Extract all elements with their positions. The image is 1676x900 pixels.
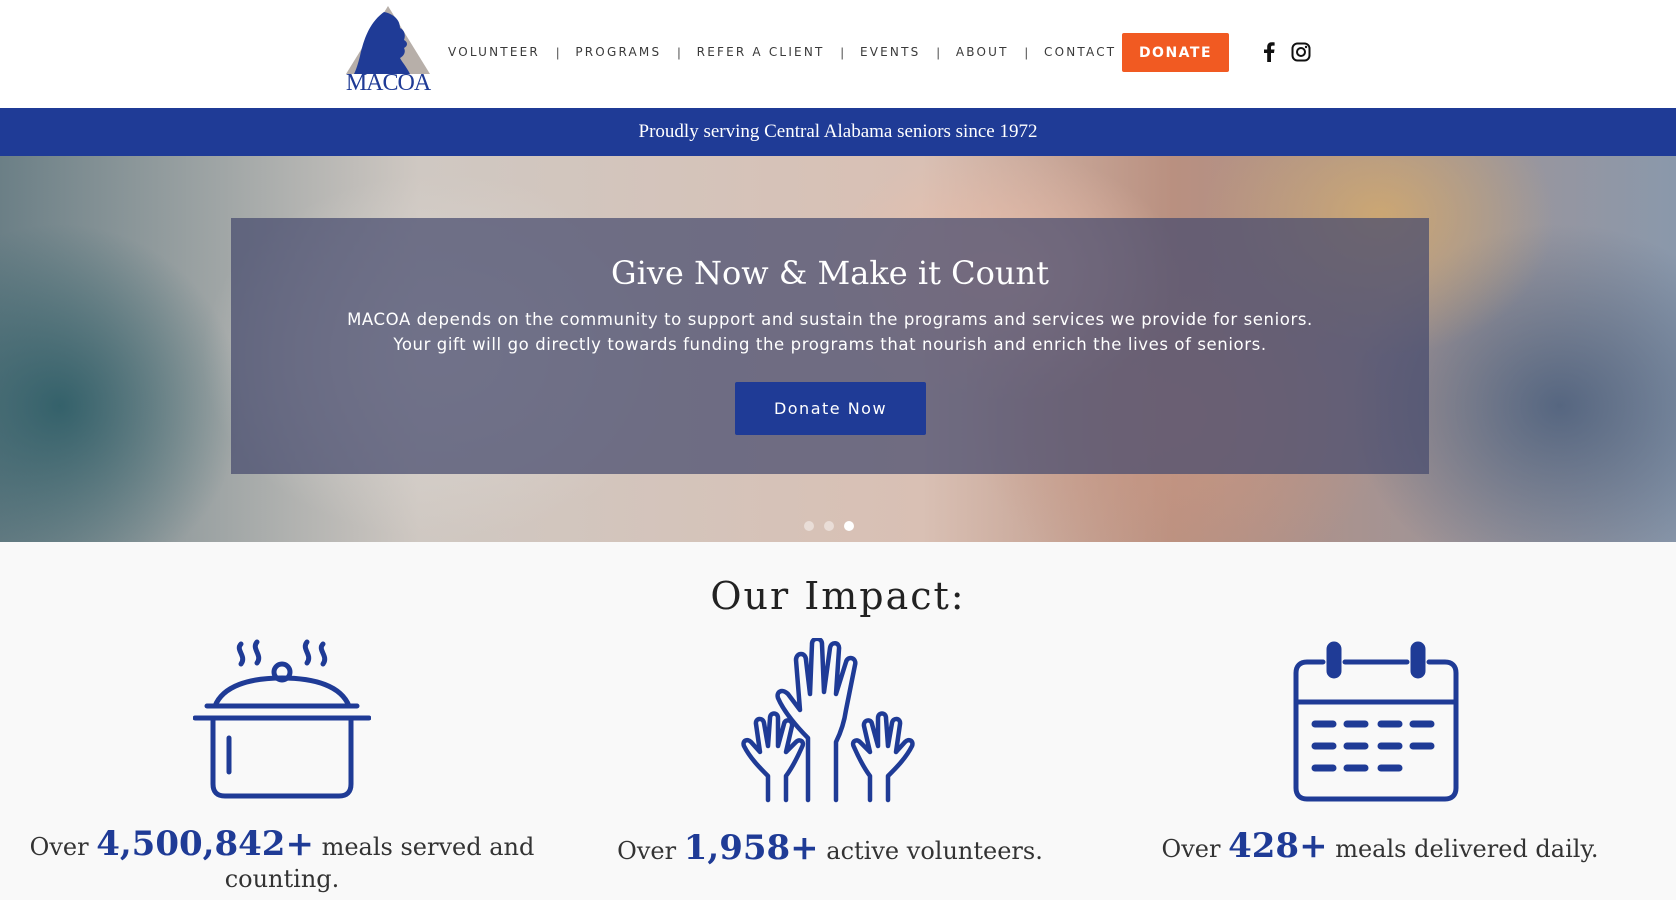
nav-item-refer-a-client[interactable]: REFER A CLIENT — [697, 45, 825, 59]
nav-separator: | — [677, 44, 681, 60]
stat-number: 1,958+ — [683, 828, 819, 868]
carousel-dot-active[interactable] — [844, 521, 854, 531]
nav-item-events[interactable]: EVENTS — [860, 45, 921, 59]
impact-stat-volunteers: Over 1,958+ active volunteers. — [580, 831, 1080, 867]
nav-item-about[interactable]: ABOUT — [956, 45, 1009, 59]
hero-description: MACOA depends on the community to suppor… — [231, 307, 1429, 357]
stat-suffix: active volunteers. — [818, 837, 1043, 865]
carousel-indicators — [804, 521, 854, 531]
hero-carousel: Give Now & Make it Count MACOA depends o… — [0, 156, 1676, 542]
site-header: MACOA VOLUNTEER | PROGRAMS | REFER A CLI… — [0, 0, 1676, 108]
logo-triangle-icon — [346, 6, 430, 74]
logo-wordmark: MACOA — [345, 70, 431, 96]
donate-button[interactable]: DONATE — [1122, 33, 1229, 72]
nav-separator: | — [936, 44, 940, 60]
carousel-dot[interactable] — [804, 521, 814, 531]
facebook-icon[interactable] — [1258, 41, 1280, 63]
stat-prefix: Over — [1161, 835, 1229, 863]
instagram-icon[interactable] — [1290, 41, 1312, 63]
nav-separator: | — [840, 44, 844, 60]
hero-description-line: Your gift will go directly towards fundi… — [393, 335, 1267, 354]
hero-overlay-panel: Give Now & Make it Count MACOA depends o… — [231, 218, 1429, 474]
nav-item-programs[interactable]: PROGRAMS — [575, 45, 661, 59]
nav-separator: | — [555, 44, 560, 60]
nav-item-contact[interactable]: CONTACT — [1044, 45, 1116, 59]
impact-heading: Our Impact: — [710, 574, 966, 618]
calendar-icon — [1293, 640, 1459, 807]
impact-stat-meals-served: Over 4,500,842+ meals served and countin… — [20, 827, 544, 895]
donate-now-button[interactable]: Donate Now — [735, 382, 926, 435]
macoa-logo[interactable]: MACOA — [340, 4, 436, 96]
main-nav: VOLUNTEER | PROGRAMS | REFER A CLIENT | … — [448, 42, 1116, 62]
raised-hands-icon — [740, 636, 916, 809]
hero-title: Give Now & Make it Count — [611, 254, 1049, 292]
stat-number: 428+ — [1228, 826, 1328, 866]
carousel-dot[interactable] — [824, 521, 834, 531]
stat-prefix: Over — [29, 833, 97, 861]
stat-prefix: Over — [617, 837, 684, 865]
stat-number: 4,500,842+ — [96, 824, 314, 864]
cooking-pot-icon — [192, 638, 372, 805]
impact-section: Our Impact: Over 4,500,842+ meals served… — [0, 542, 1676, 900]
stat-suffix: meals delivered daily. — [1327, 835, 1599, 863]
impact-stat-meals-daily: Over 428+ meals delivered daily. — [1120, 829, 1640, 865]
tagline-text: Proudly serving Central Alabama seniors … — [638, 121, 1038, 142]
tagline-banner: Proudly serving Central Alabama seniors … — [0, 108, 1676, 156]
nav-item-volunteer[interactable]: VOLUNTEER — [448, 45, 540, 59]
nav-separator: | — [1024, 44, 1029, 60]
hero-description-line: MACOA depends on the community to suppor… — [347, 310, 1313, 329]
